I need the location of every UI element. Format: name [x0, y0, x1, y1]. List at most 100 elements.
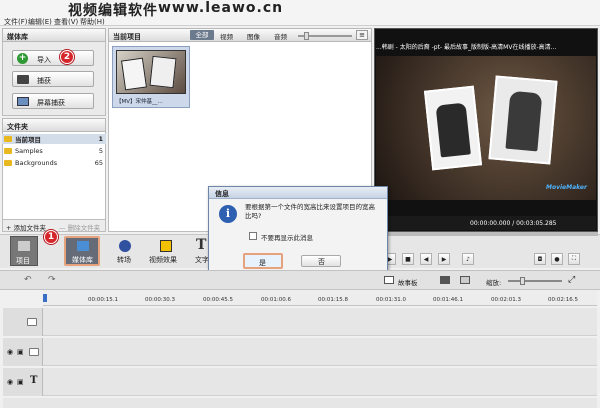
folder-count: 5 — [98, 147, 103, 155]
library-icon — [77, 241, 89, 251]
ruler-tick: 00:01:00.6 — [261, 297, 291, 303]
info-dialog: 信息 i 要根据第一个文件的宽高比来设置项目的宽高比吗? 不要再显示此消息 是 … — [208, 186, 388, 276]
folders-title: 文件夹 — [2, 118, 106, 132]
menu-help[interactable]: 帮助(H) — [80, 17, 105, 27]
zoom-label: 缩放: — [486, 279, 502, 287]
capture-button[interactable]: 捕获 — [12, 71, 94, 87]
folder-icon — [4, 160, 12, 166]
folder-name: Backgrounds — [15, 159, 58, 167]
media-library-title: 媒体库 — [2, 28, 106, 42]
import-button[interactable]: + 导入 — [12, 50, 94, 66]
eye-icon[interactable]: ◉ — [7, 378, 13, 386]
ruler-tick: 00:00:15.1 — [88, 297, 118, 303]
import-label: 导入 — [37, 56, 51, 64]
playhead-marker[interactable] — [43, 294, 47, 302]
media-clip-tile[interactable]: 【MV】宋仲基__... — [112, 46, 190, 108]
dialog-message: 要根据第一个文件的宽高比来设置项目的宽高比吗? — [245, 203, 375, 220]
library-mode-label: 媒体库 — [72, 256, 93, 264]
audio-track[interactable] — [3, 368, 597, 396]
overlay-track[interactable] — [3, 338, 597, 366]
fullscreen-icon[interactable]: ⛶ — [568, 253, 580, 265]
plus-icon: + — [17, 53, 28, 64]
yes-button[interactable]: 是 — [243, 253, 283, 269]
stop-icon[interactable]: ■ — [402, 253, 414, 265]
add-folder-button[interactable]: + 添加文件夹 — [6, 222, 46, 232]
playback-progress[interactable] — [374, 232, 598, 236]
prev-frame-icon[interactable]: ◀ — [420, 253, 432, 265]
capture-label: 捕获 — [37, 77, 51, 85]
folder-name: Samples — [15, 147, 43, 155]
lock-icon[interactable]: ▣ — [17, 378, 24, 386]
transition-mode-label: 转场 — [117, 256, 131, 264]
render-icon[interactable] — [460, 276, 470, 284]
zoom-slider-thumb[interactable] — [520, 277, 525, 285]
eye-icon[interactable]: ◉ — [7, 348, 13, 356]
project-mode-button[interactable]: 项目 — [10, 236, 38, 266]
no-button[interactable]: 否 — [301, 255, 341, 267]
folder-icon — [4, 136, 12, 142]
volume-icon[interactable]: ♪ — [462, 253, 474, 265]
storyboard-icon[interactable] — [384, 276, 394, 284]
screen-capture-button[interactable]: 屏幕捕获 — [12, 93, 94, 109]
undo-icon[interactable]: ↶ — [24, 275, 32, 285]
camera-icon — [17, 75, 29, 84]
fit-icon[interactable]: ⤢ — [568, 275, 575, 285]
storyboard-label[interactable]: 故事板 — [398, 277, 418, 287]
voice-icon[interactable] — [440, 276, 450, 284]
preview-video: MovieMaker — [376, 56, 596, 200]
ruler-tick: 00:02:16.5 — [548, 297, 578, 303]
folder-samples[interactable]: Samples 5 — [2, 146, 106, 156]
track-header — [3, 308, 43, 336]
overlay-track-icon — [29, 348, 39, 356]
view-toggle-icon[interactable]: ≡ — [356, 30, 368, 40]
snapshot-icon[interactable]: ◘ — [534, 253, 546, 265]
callout-badge-1: 1 — [44, 230, 58, 244]
fx-icon — [160, 240, 172, 252]
dont-show-checkbox[interactable] — [249, 232, 257, 240]
tab-image[interactable]: 图像 — [247, 31, 260, 41]
ruler-tick: 00:01:15.8 — [318, 297, 348, 303]
menu-edit[interactable]: 编辑(E) — [28, 17, 52, 27]
folder-backgrounds[interactable]: Backgrounds 65 — [2, 158, 106, 168]
next-frame-icon[interactable]: ▶ — [438, 253, 450, 265]
dont-show-label: 不要再显示此消息 — [261, 234, 313, 242]
text-track-icon: T — [30, 375, 38, 386]
video-track[interactable] — [3, 308, 597, 336]
yes-label: 是 — [259, 259, 266, 267]
slider-thumb[interactable] — [304, 32, 309, 40]
ruler-tick: 00:01:31.0 — [376, 297, 406, 303]
video-effects-mode-button[interactable]: 视频效果 — [146, 236, 186, 266]
menu-file[interactable]: 文件(F) — [4, 17, 28, 27]
ruler-tick: 00:01:46.1 — [433, 297, 463, 303]
project-mode-label: 项目 — [16, 257, 30, 265]
photo-frame-left — [423, 85, 483, 171]
banner-url: www.leawo.cn — [158, 0, 284, 16]
folder-count: 1 — [98, 135, 103, 143]
screen-capture-label: 屏幕捕获 — [37, 99, 65, 107]
redo-icon[interactable]: ↷ — [48, 275, 56, 285]
tab-audio[interactable]: 音频 — [274, 31, 287, 41]
video-effects-mode-label: 视频效果 — [149, 256, 177, 264]
info-icon: i — [219, 205, 237, 223]
library-mode-button[interactable]: 媒体库 — [64, 236, 100, 266]
no-label: 否 — [318, 258, 325, 266]
photo-frame-right — [488, 75, 558, 165]
callout-badge-2: 2 — [60, 50, 74, 64]
person-figure — [435, 102, 471, 158]
monitor-icon — [17, 97, 29, 106]
menu-view[interactable]: 查看(V) — [54, 17, 78, 27]
folder-current-project[interactable]: 当前项目 1 — [2, 134, 106, 144]
remove-folder-button[interactable]: — 删除文件夹 — [59, 222, 100, 232]
zoom-slider[interactable] — [508, 280, 562, 282]
camera-icon[interactable]: ● — [551, 253, 563, 265]
music-track[interactable] — [3, 398, 597, 408]
track-header: ◉ ▣ T — [3, 368, 43, 396]
lock-icon[interactable]: ▣ — [17, 348, 24, 356]
photo-frame — [121, 57, 147, 91]
person-figure — [505, 90, 543, 152]
tab-all[interactable]: 全部 — [190, 30, 214, 40]
transition-mode-button[interactable]: 转场 — [108, 236, 142, 266]
track-header: ◉ ▣ — [3, 338, 43, 366]
preview-watermark: MovieMaker — [546, 184, 587, 191]
tab-video[interactable]: 视频 — [220, 31, 233, 41]
